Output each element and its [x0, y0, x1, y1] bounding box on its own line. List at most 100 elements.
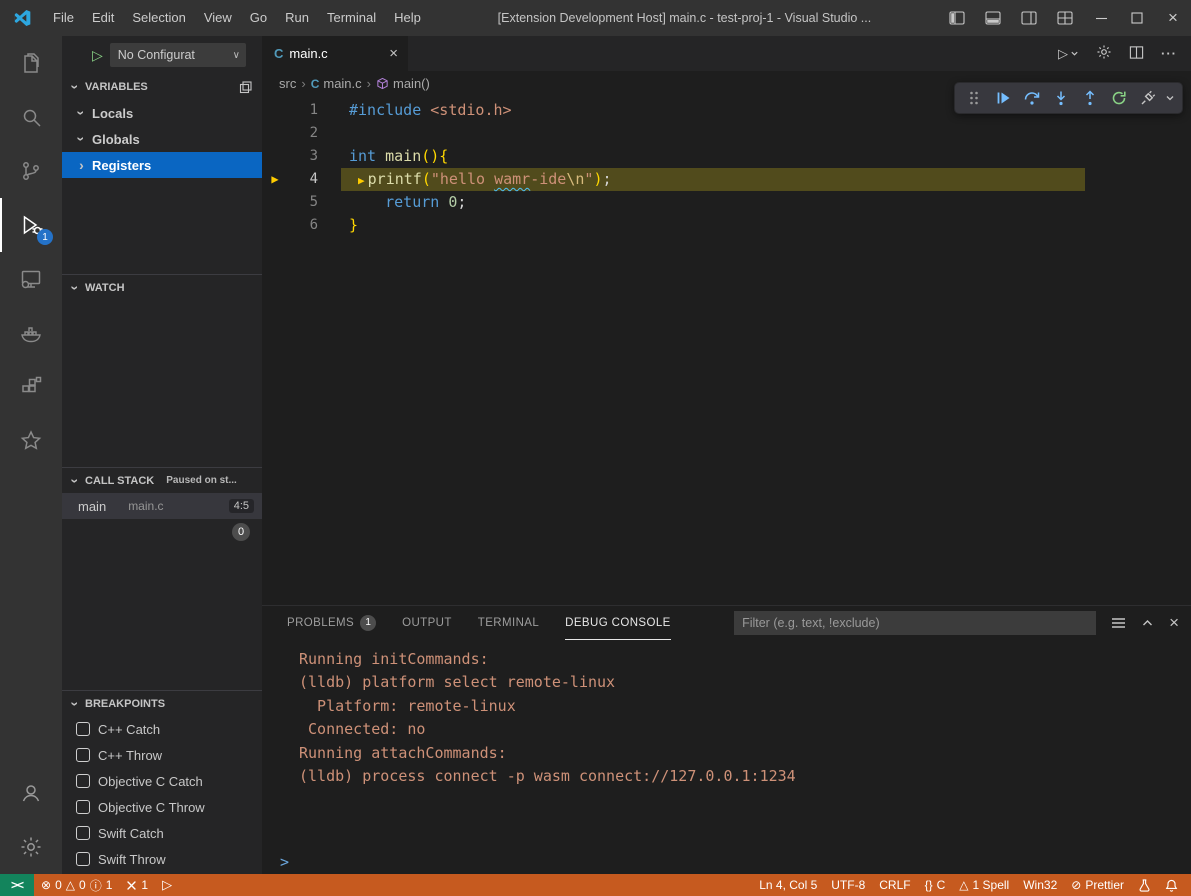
- breakpoint-item[interactable]: C++ Catch: [62, 716, 262, 742]
- console-input[interactable]: >: [262, 850, 1191, 874]
- chevron-up-icon[interactable]: [1141, 618, 1154, 628]
- explorer-icon[interactable]: [0, 36, 62, 90]
- encoding-indicator[interactable]: UTF-8: [824, 874, 872, 896]
- breakpoint-gutter[interactable]: [262, 145, 288, 168]
- customize-layout-button[interactable]: [1047, 0, 1083, 36]
- breakpoint-checkbox[interactable]: [76, 774, 90, 788]
- notifications-bell[interactable]: [1158, 874, 1185, 896]
- chevron-down-icon[interactable]: [1164, 93, 1176, 103]
- minimize-button[interactable]: [1083, 0, 1119, 36]
- formatter-status[interactable]: ⊘Prettier: [1064, 874, 1131, 896]
- call-stack-section-header[interactable]: › CALL STACK Paused on st...: [62, 467, 262, 493]
- launch-configuration-dropdown[interactable]: No Configurat ∨: [110, 43, 246, 67]
- maximize-button[interactable]: [1119, 0, 1155, 36]
- breakpoint-item[interactable]: Objective C Catch: [62, 768, 262, 794]
- menu-edit[interactable]: Edit: [83, 0, 123, 36]
- menu-run[interactable]: Run: [276, 0, 318, 36]
- restart-button[interactable]: [1106, 85, 1132, 111]
- more-actions-icon[interactable]: ···: [1161, 46, 1177, 61]
- console-output[interactable]: Running initCommands:(lldb) platform sel…: [262, 640, 1191, 850]
- source-control-icon[interactable]: [0, 144, 62, 198]
- docker-icon[interactable]: [0, 306, 62, 360]
- breakpoint-checkbox[interactable]: [76, 826, 90, 840]
- debug-target-status[interactable]: ▷: [155, 874, 179, 896]
- eol-indicator[interactable]: CRLF: [872, 874, 917, 896]
- breakpoint-gutter[interactable]: [262, 99, 288, 122]
- breakpoint-gutter[interactable]: [262, 122, 288, 145]
- step-into-button[interactable]: [1048, 85, 1074, 111]
- code-editor[interactable]: 1#include <stdio.h>23int main(){▶4 ▶prin…: [262, 96, 1191, 605]
- run-file-button[interactable]: ▷: [1058, 46, 1079, 62]
- panel-tab-problems[interactable]: PROBLEMS1: [287, 606, 376, 640]
- toggle-sidebar-button[interactable]: [939, 0, 975, 36]
- copy-icon[interactable]: [239, 81, 252, 94]
- breakpoint-checkbox[interactable]: [76, 800, 90, 814]
- current-line-arrow-icon[interactable]: ▶: [262, 168, 288, 191]
- watch-section-header[interactable]: › WATCH: [62, 274, 262, 300]
- breakpoint-item[interactable]: Swift Throw: [62, 846, 262, 872]
- code-line[interactable]: ▶4 ▶printf("hello wamr-ide\n");: [262, 168, 1191, 191]
- menu-go[interactable]: Go: [241, 0, 276, 36]
- breakpoint-checkbox[interactable]: [76, 748, 90, 762]
- breadcrumb-item[interactable]: main(): [376, 76, 430, 91]
- code-line[interactable]: 2: [262, 122, 1191, 145]
- variables-item-locals[interactable]: ›Locals: [62, 100, 262, 126]
- breakpoint-checkbox[interactable]: [76, 722, 90, 736]
- accounts-icon[interactable]: [0, 766, 62, 820]
- remote-explorer-icon[interactable]: [0, 252, 62, 306]
- breakpoint-checkbox[interactable]: [76, 852, 90, 866]
- disconnect-button[interactable]: [1135, 85, 1161, 111]
- remote-indicator[interactable]: ><: [0, 874, 34, 896]
- close-button[interactable]: ×: [1155, 0, 1191, 36]
- gear-icon[interactable]: [1096, 44, 1112, 63]
- tab-main-c[interactable]: C main.c ×: [262, 36, 408, 71]
- menu-terminal[interactable]: Terminal: [318, 0, 385, 36]
- code-line[interactable]: 3int main(){: [262, 145, 1191, 168]
- panel-tab-debug-console[interactable]: DEBUG CONSOLE: [565, 606, 671, 640]
- search-icon[interactable]: [0, 90, 62, 144]
- continue-button[interactable]: [990, 85, 1016, 111]
- split-editor-icon[interactable]: [1129, 45, 1144, 63]
- platform-indicator[interactable]: Win32: [1016, 874, 1064, 896]
- code-line[interactable]: 5 return 0;: [262, 191, 1191, 214]
- spell-checker-status[interactable]: △1 Spell: [952, 874, 1016, 896]
- cursor-position[interactable]: Ln 4, Col 5: [752, 874, 824, 896]
- variables-item-globals[interactable]: ›Globals: [62, 126, 262, 152]
- settings-gear-icon[interactable]: [0, 820, 62, 874]
- panel-tab-terminal[interactable]: TERMINAL: [478, 606, 539, 640]
- start-debug-icon[interactable]: ▷: [92, 47, 103, 64]
- language-mode[interactable]: {}C: [918, 874, 953, 896]
- breakpoint-item[interactable]: Swift Catch: [62, 820, 262, 846]
- menu-view[interactable]: View: [195, 0, 241, 36]
- run-and-debug-icon[interactable]: 1: [0, 198, 62, 252]
- breakpoint-item[interactable]: C++ Throw: [62, 742, 262, 768]
- variables-item-registers[interactable]: ›Registers: [62, 152, 262, 178]
- menu-selection[interactable]: Selection: [123, 0, 194, 36]
- extensions-icon[interactable]: [0, 360, 62, 414]
- beaker-status[interactable]: [1131, 874, 1158, 896]
- close-panel-icon[interactable]: ×: [1169, 613, 1179, 633]
- menu-file[interactable]: File: [44, 0, 83, 36]
- panel-tab-output[interactable]: OUTPUT: [402, 606, 452, 640]
- step-out-button[interactable]: [1077, 85, 1103, 111]
- toolchain-status[interactable]: 1: [119, 874, 155, 896]
- problems-status[interactable]: ⊗0 △0 ⓘ1: [34, 874, 119, 896]
- variables-section-header[interactable]: › VARIABLES: [62, 74, 262, 100]
- menu-lines-icon[interactable]: [1111, 617, 1126, 629]
- close-tab-icon[interactable]: ×: [389, 45, 398, 62]
- breakpoints-section-header[interactable]: › BREAKPOINTS: [62, 690, 262, 716]
- star-icon[interactable]: [0, 414, 62, 468]
- breakpoint-gutter[interactable]: [262, 191, 288, 214]
- toggle-panel-button[interactable]: [975, 0, 1011, 36]
- menu-help[interactable]: Help: [385, 0, 430, 36]
- drag-handle[interactable]: [961, 85, 987, 111]
- stack-frame-row[interactable]: main main.c 4:5: [62, 493, 262, 519]
- toggle-secondary-sidebar-button[interactable]: [1011, 0, 1047, 36]
- console-filter-input[interactable]: [734, 611, 1096, 635]
- breadcrumb-item[interactable]: src: [279, 76, 296, 91]
- breakpoint-gutter[interactable]: [262, 214, 288, 237]
- breadcrumb-item[interactable]: Cmain.c: [311, 76, 362, 91]
- breakpoint-item[interactable]: Objective C Throw: [62, 794, 262, 820]
- step-over-button[interactable]: [1019, 85, 1045, 111]
- code-line[interactable]: 6}: [262, 214, 1191, 237]
